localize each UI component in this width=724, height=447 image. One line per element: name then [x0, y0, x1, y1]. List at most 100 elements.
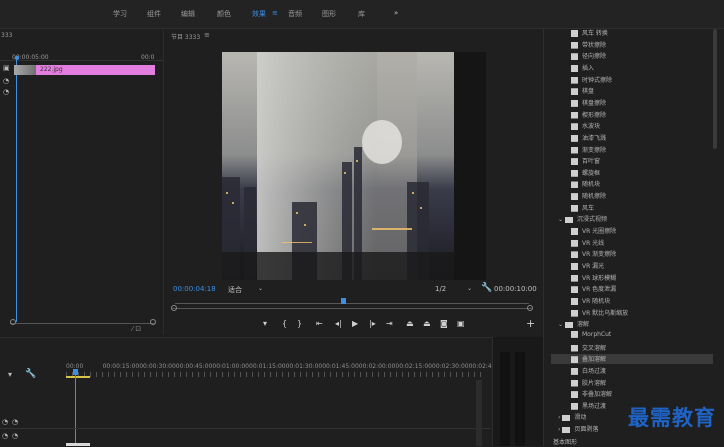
source-playhead-line[interactable]	[16, 60, 17, 322]
effects-scrollbar[interactable]	[713, 29, 717, 149]
lift-icon[interactable]: ⏏	[406, 319, 414, 328]
effects-list-item[interactable]: 百叶窗	[551, 156, 713, 166]
timeline-tick-label: 00:01:15:00	[249, 363, 286, 370]
effects-list-item[interactable]: 棋盘	[551, 86, 713, 96]
fit-dropdown[interactable]: 适合	[228, 285, 242, 295]
timeline-work-area[interactable]	[66, 376, 90, 378]
mark-out-icon[interactable]: }	[297, 319, 302, 328]
wrench-icon[interactable]: 🔧	[481, 283, 492, 293]
add-marker-icon[interactable]: ▾	[263, 319, 267, 328]
effects-list-item[interactable]: VR 随机块	[551, 296, 713, 306]
transition-icon	[571, 134, 578, 142]
effects-folder[interactable]: ⌄ 溶解	[551, 319, 713, 329]
effects-list-item[interactable]: 时钟式擦除	[551, 75, 713, 85]
program-current-time[interactable]: 00:00:04:18	[173, 285, 216, 293]
effects-list-item[interactable]: 楔形擦除	[551, 110, 713, 120]
effects-list-item[interactable]: 非叠加溶解	[551, 389, 713, 399]
folder-expand-icon[interactable]: ⌄	[558, 321, 565, 328]
effects-list-item[interactable]: 胶片溶解	[551, 378, 713, 388]
timeline-vertical-scrollbar[interactable]	[476, 380, 482, 446]
effects-list-item[interactable]: 风车	[551, 203, 713, 213]
effects-list-item[interactable]: VR 光圈擦除	[551, 226, 713, 236]
effects-footer[interactable]: 基本图形	[553, 437, 577, 446]
effects-list-item[interactable]: VR 光线	[551, 238, 713, 248]
extract-icon[interactable]: ⏏	[423, 319, 431, 328]
program-scroll-left-handle[interactable]	[171, 305, 177, 311]
effects-list-item[interactable]: 螺旋框	[551, 168, 713, 178]
clip-name: 222.jpg	[40, 66, 63, 73]
effects-list-item[interactable]: 叠加溶解	[551, 354, 713, 365]
source-scrollbar[interactable]	[10, 323, 155, 324]
effects-list-item[interactable]: VR 渐变擦除	[551, 249, 713, 259]
track-toggle-icon[interactable]: ◔	[3, 77, 9, 85]
workspace-tab-effects[interactable]: 效果	[252, 9, 266, 19]
track-target-icon[interactable]: ◔	[2, 418, 8, 426]
effects-list-item[interactable]: VR 默比乌斯缩放	[551, 308, 713, 318]
track-visibility-icon-2[interactable]: ◔	[12, 432, 18, 440]
timeline-wrench-icon[interactable]: 🔧	[25, 369, 36, 379]
effects-item-label: 随机擦除	[582, 193, 607, 201]
workspace-menu-icon[interactable]: ≡	[272, 9, 278, 17]
go-to-out-icon[interactable]: ⇥	[386, 319, 393, 328]
timeline-tick-label: 00:02:30:00	[432, 363, 469, 370]
export-frame-icon[interactable]: ◙	[440, 319, 448, 328]
workspace-tab-learning[interactable]: 学习	[113, 9, 127, 19]
step-back-icon[interactable]: ◂|	[335, 319, 342, 328]
workspace-tab-audio[interactable]: 音频	[288, 9, 302, 19]
timeline-tick-label: 00:01:45:00	[322, 363, 359, 370]
quality-dropdown[interactable]: 1/2	[435, 285, 446, 293]
effects-item-label: 渐变擦除	[582, 146, 607, 154]
source-settings-icon[interactable]: ⁄ ⊡	[132, 325, 141, 333]
effects-list-item[interactable]: 油漆飞溅	[551, 133, 713, 143]
snap-icon[interactable]: ▾	[8, 370, 12, 379]
workspace-tab-assembly[interactable]: 组件	[147, 9, 161, 19]
effects-list-item[interactable]: 径向擦除	[551, 51, 713, 61]
quality-dropdown-chevron-icon[interactable]: ⌄	[467, 285, 472, 292]
transition-icon	[571, 402, 578, 410]
source-scroll-left-handle[interactable]	[10, 319, 16, 325]
transition-icon	[571, 181, 578, 189]
workspace-tab-editing[interactable]: 编辑	[181, 9, 195, 19]
program-scroll-right-handle[interactable]	[527, 305, 533, 311]
timeline-tick-label: 00:00:45:00	[175, 363, 213, 370]
effects-list-item[interactable]: VR 漏光	[551, 261, 713, 271]
effects-list-item[interactable]: 白场过渡	[551, 366, 713, 376]
effects-list-item[interactable]: 交叉溶解	[551, 343, 713, 353]
effects-folder[interactable]: ⌄ 沉浸式视频	[551, 214, 713, 224]
effects-list-item[interactable]: 带状擦除	[551, 40, 713, 50]
effects-list-item[interactable]: VR 色度泄漏	[551, 284, 713, 294]
workspace-tab-libraries[interactable]: 库	[358, 9, 365, 19]
effects-list-item[interactable]: 插入	[551, 63, 713, 73]
effects-list-item[interactable]: 水波块	[551, 121, 713, 131]
more-workspaces-icon[interactable]: »	[394, 9, 398, 17]
program-menu-icon[interactable]: ≡	[204, 31, 210, 39]
program-ruler[interactable]	[175, 303, 529, 304]
track-eye-icon[interactable]: ◔	[3, 88, 9, 96]
step-forward-icon[interactable]: |▸	[369, 319, 376, 328]
effects-list-item[interactable]: 渐变擦除	[551, 145, 713, 155]
track-target-icon-2[interactable]: ◔	[2, 432, 8, 440]
workspace-tab-graphics[interactable]: 图形	[322, 9, 336, 19]
program-scrollbar[interactable]	[172, 308, 532, 309]
effects-list-item[interactable]: 棋盘擦除	[551, 98, 713, 108]
go-to-in-icon[interactable]: ⇤	[316, 319, 323, 328]
play-icon[interactable]: ▶	[352, 319, 358, 328]
effects-list-item[interactable]: VR 球形模糊	[551, 273, 713, 283]
folder-expand-icon[interactable]: ⌄	[558, 216, 565, 223]
timeline-playhead-line[interactable]	[75, 369, 76, 446]
mark-in-icon[interactable]: {	[282, 319, 287, 328]
effects-list-item[interactable]: MorphCut	[551, 330, 713, 341]
source-scroll-right-handle[interactable]	[150, 319, 156, 325]
add-button-icon[interactable]: +	[526, 317, 535, 330]
track-visibility-icon[interactable]: ◔	[12, 418, 18, 426]
effects-list-item[interactable]: 随机擦除	[551, 191, 713, 201]
effects-list-item[interactable]: 随机块	[551, 179, 713, 189]
comparison-view-icon[interactable]: ▣	[457, 319, 465, 328]
folder-icon	[562, 426, 571, 433]
workspace-tab-color[interactable]: 颜色	[217, 9, 231, 19]
effects-list-item[interactable]: 风车 转换	[551, 28, 713, 38]
track-lock-icon[interactable]: ▣	[3, 64, 10, 72]
program-playhead[interactable]	[341, 298, 346, 304]
transition-icon	[571, 309, 578, 317]
fit-dropdown-chevron-icon[interactable]: ⌄	[258, 285, 263, 292]
